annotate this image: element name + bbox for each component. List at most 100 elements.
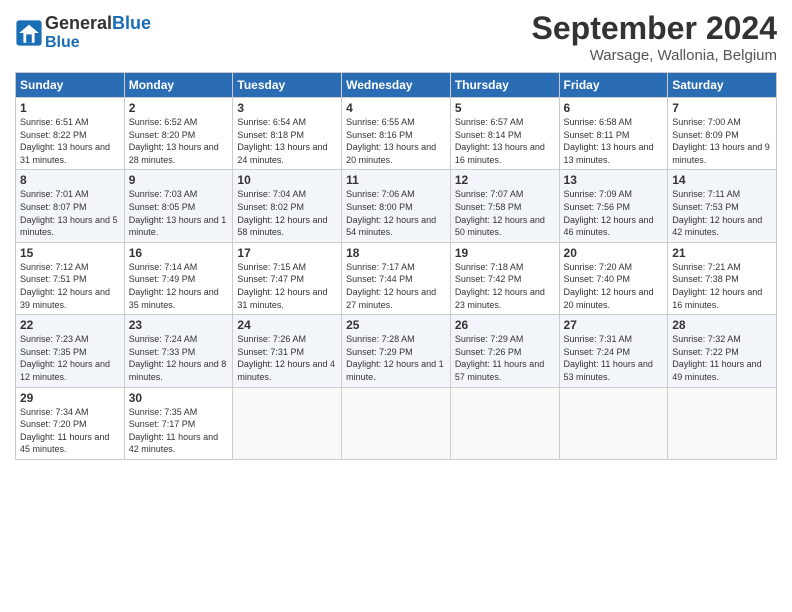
month-title: September 2024 (532, 10, 777, 47)
calendar-cell: 11 Sunrise: 7:06 AMSunset: 8:00 PMDaylig… (342, 170, 451, 242)
col-friday: Friday (559, 73, 668, 98)
week-row-2: 8 Sunrise: 7:01 AMSunset: 8:07 PMDayligh… (16, 170, 777, 242)
header: GeneralBlue Blue September 2024 Warsage,… (15, 10, 777, 64)
day-info: Sunrise: 7:01 AMSunset: 8:07 PMDaylight:… (20, 188, 120, 238)
title-area: September 2024 Warsage, Wallonia, Belgiu… (532, 10, 777, 64)
calendar-cell: 29 Sunrise: 7:34 AMSunset: 7:20 PMDaylig… (16, 387, 125, 459)
calendar-cell: 19 Sunrise: 7:18 AMSunset: 7:42 PMDaylig… (450, 242, 559, 314)
day-number: 3 (237, 101, 337, 115)
logo-blue-line: Blue (45, 34, 151, 52)
day-number: 12 (455, 173, 555, 187)
calendar-cell: 4 Sunrise: 6:55 AMSunset: 8:16 PMDayligh… (342, 98, 451, 170)
day-number: 23 (129, 318, 229, 332)
day-number: 26 (455, 318, 555, 332)
day-info: Sunrise: 6:54 AMSunset: 8:18 PMDaylight:… (237, 116, 337, 166)
day-info: Sunrise: 7:32 AMSunset: 7:22 PMDaylight:… (672, 333, 772, 383)
calendar-cell: 21 Sunrise: 7:21 AMSunset: 7:38 PMDaylig… (668, 242, 777, 314)
calendar-cell: 8 Sunrise: 7:01 AMSunset: 8:07 PMDayligh… (16, 170, 125, 242)
calendar-cell: 5 Sunrise: 6:57 AMSunset: 8:14 PMDayligh… (450, 98, 559, 170)
day-number: 11 (346, 173, 446, 187)
day-number: 8 (20, 173, 120, 187)
day-number: 18 (346, 246, 446, 260)
day-number: 15 (20, 246, 120, 260)
day-info: Sunrise: 7:07 AMSunset: 7:58 PMDaylight:… (455, 188, 555, 238)
main-container: GeneralBlue Blue September 2024 Warsage,… (0, 0, 792, 470)
day-number: 25 (346, 318, 446, 332)
calendar-cell: 17 Sunrise: 7:15 AMSunset: 7:47 PMDaylig… (233, 242, 342, 314)
calendar-cell: 27 Sunrise: 7:31 AMSunset: 7:24 PMDaylig… (559, 315, 668, 387)
day-info: Sunrise: 7:06 AMSunset: 8:00 PMDaylight:… (346, 188, 446, 238)
day-number: 17 (237, 246, 337, 260)
day-number: 14 (672, 173, 772, 187)
day-number: 6 (564, 101, 664, 115)
day-number: 21 (672, 246, 772, 260)
day-info: Sunrise: 6:58 AMSunset: 8:11 PMDaylight:… (564, 116, 664, 166)
week-row-5: 29 Sunrise: 7:34 AMSunset: 7:20 PMDaylig… (16, 387, 777, 459)
day-info: Sunrise: 7:03 AMSunset: 8:05 PMDaylight:… (129, 188, 229, 238)
calendar-cell: 28 Sunrise: 7:32 AMSunset: 7:22 PMDaylig… (668, 315, 777, 387)
calendar-cell: 15 Sunrise: 7:12 AMSunset: 7:51 PMDaylig… (16, 242, 125, 314)
calendar-table: Sunday Monday Tuesday Wednesday Thursday… (15, 72, 777, 460)
week-row-3: 15 Sunrise: 7:12 AMSunset: 7:51 PMDaylig… (16, 242, 777, 314)
calendar-cell: 23 Sunrise: 7:24 AMSunset: 7:33 PMDaylig… (124, 315, 233, 387)
day-number: 16 (129, 246, 229, 260)
day-number: 30 (129, 391, 229, 405)
calendar-cell: 18 Sunrise: 7:17 AMSunset: 7:44 PMDaylig… (342, 242, 451, 314)
day-number: 9 (129, 173, 229, 187)
col-monday: Monday (124, 73, 233, 98)
calendar-cell: 16 Sunrise: 7:14 AMSunset: 7:49 PMDaylig… (124, 242, 233, 314)
day-info: Sunrise: 7:34 AMSunset: 7:20 PMDaylight:… (20, 406, 120, 456)
header-row: Sunday Monday Tuesday Wednesday Thursday… (16, 73, 777, 98)
day-info: Sunrise: 7:21 AMSunset: 7:38 PMDaylight:… (672, 261, 772, 311)
day-info: Sunrise: 7:11 AMSunset: 7:53 PMDaylight:… (672, 188, 772, 238)
calendar-cell: 10 Sunrise: 7:04 AMSunset: 8:02 PMDaylig… (233, 170, 342, 242)
day-info: Sunrise: 7:00 AMSunset: 8:09 PMDaylight:… (672, 116, 772, 166)
day-number: 4 (346, 101, 446, 115)
calendar-cell: 26 Sunrise: 7:29 AMSunset: 7:26 PMDaylig… (450, 315, 559, 387)
day-info: Sunrise: 6:51 AMSunset: 8:22 PMDaylight:… (20, 116, 120, 166)
col-wednesday: Wednesday (342, 73, 451, 98)
calendar-cell: 3 Sunrise: 6:54 AMSunset: 8:18 PMDayligh… (233, 98, 342, 170)
calendar-cell: 1 Sunrise: 6:51 AMSunset: 8:22 PMDayligh… (16, 98, 125, 170)
calendar-cell: 24 Sunrise: 7:26 AMSunset: 7:31 PMDaylig… (233, 315, 342, 387)
col-thursday: Thursday (450, 73, 559, 98)
calendar-cell: 2 Sunrise: 6:52 AMSunset: 8:20 PMDayligh… (124, 98, 233, 170)
col-saturday: Saturday (668, 73, 777, 98)
calendar-cell: 22 Sunrise: 7:23 AMSunset: 7:35 PMDaylig… (16, 315, 125, 387)
calendar-cell (342, 387, 451, 459)
calendar-cell (559, 387, 668, 459)
day-info: Sunrise: 6:55 AMSunset: 8:16 PMDaylight:… (346, 116, 446, 166)
day-number: 7 (672, 101, 772, 115)
location: Warsage, Wallonia, Belgium (532, 47, 777, 64)
calendar-cell: 7 Sunrise: 7:00 AMSunset: 8:09 PMDayligh… (668, 98, 777, 170)
calendar-cell: 20 Sunrise: 7:20 AMSunset: 7:40 PMDaylig… (559, 242, 668, 314)
day-info: Sunrise: 6:52 AMSunset: 8:20 PMDaylight:… (129, 116, 229, 166)
day-info: Sunrise: 7:26 AMSunset: 7:31 PMDaylight:… (237, 333, 337, 383)
day-info: Sunrise: 7:18 AMSunset: 7:42 PMDaylight:… (455, 261, 555, 311)
calendar-cell: 13 Sunrise: 7:09 AMSunset: 7:56 PMDaylig… (559, 170, 668, 242)
logo-icon (15, 19, 43, 47)
calendar-cell: 6 Sunrise: 6:58 AMSunset: 8:11 PMDayligh… (559, 98, 668, 170)
week-row-1: 1 Sunrise: 6:51 AMSunset: 8:22 PMDayligh… (16, 98, 777, 170)
day-info: Sunrise: 7:09 AMSunset: 7:56 PMDaylight:… (564, 188, 664, 238)
col-sunday: Sunday (16, 73, 125, 98)
day-number: 19 (455, 246, 555, 260)
day-info: Sunrise: 7:23 AMSunset: 7:35 PMDaylight:… (20, 333, 120, 383)
calendar-cell (450, 387, 559, 459)
day-info: Sunrise: 7:12 AMSunset: 7:51 PMDaylight:… (20, 261, 120, 311)
day-info: Sunrise: 7:15 AMSunset: 7:47 PMDaylight:… (237, 261, 337, 311)
calendar-cell (668, 387, 777, 459)
day-number: 2 (129, 101, 229, 115)
day-number: 5 (455, 101, 555, 115)
day-info: Sunrise: 7:28 AMSunset: 7:29 PMDaylight:… (346, 333, 446, 383)
col-tuesday: Tuesday (233, 73, 342, 98)
day-number: 10 (237, 173, 337, 187)
day-number: 22 (20, 318, 120, 332)
day-number: 13 (564, 173, 664, 187)
day-number: 27 (564, 318, 664, 332)
calendar-cell (233, 387, 342, 459)
day-number: 28 (672, 318, 772, 332)
day-number: 24 (237, 318, 337, 332)
logo-blue: Blue (112, 13, 151, 33)
day-info: Sunrise: 7:31 AMSunset: 7:24 PMDaylight:… (564, 333, 664, 383)
